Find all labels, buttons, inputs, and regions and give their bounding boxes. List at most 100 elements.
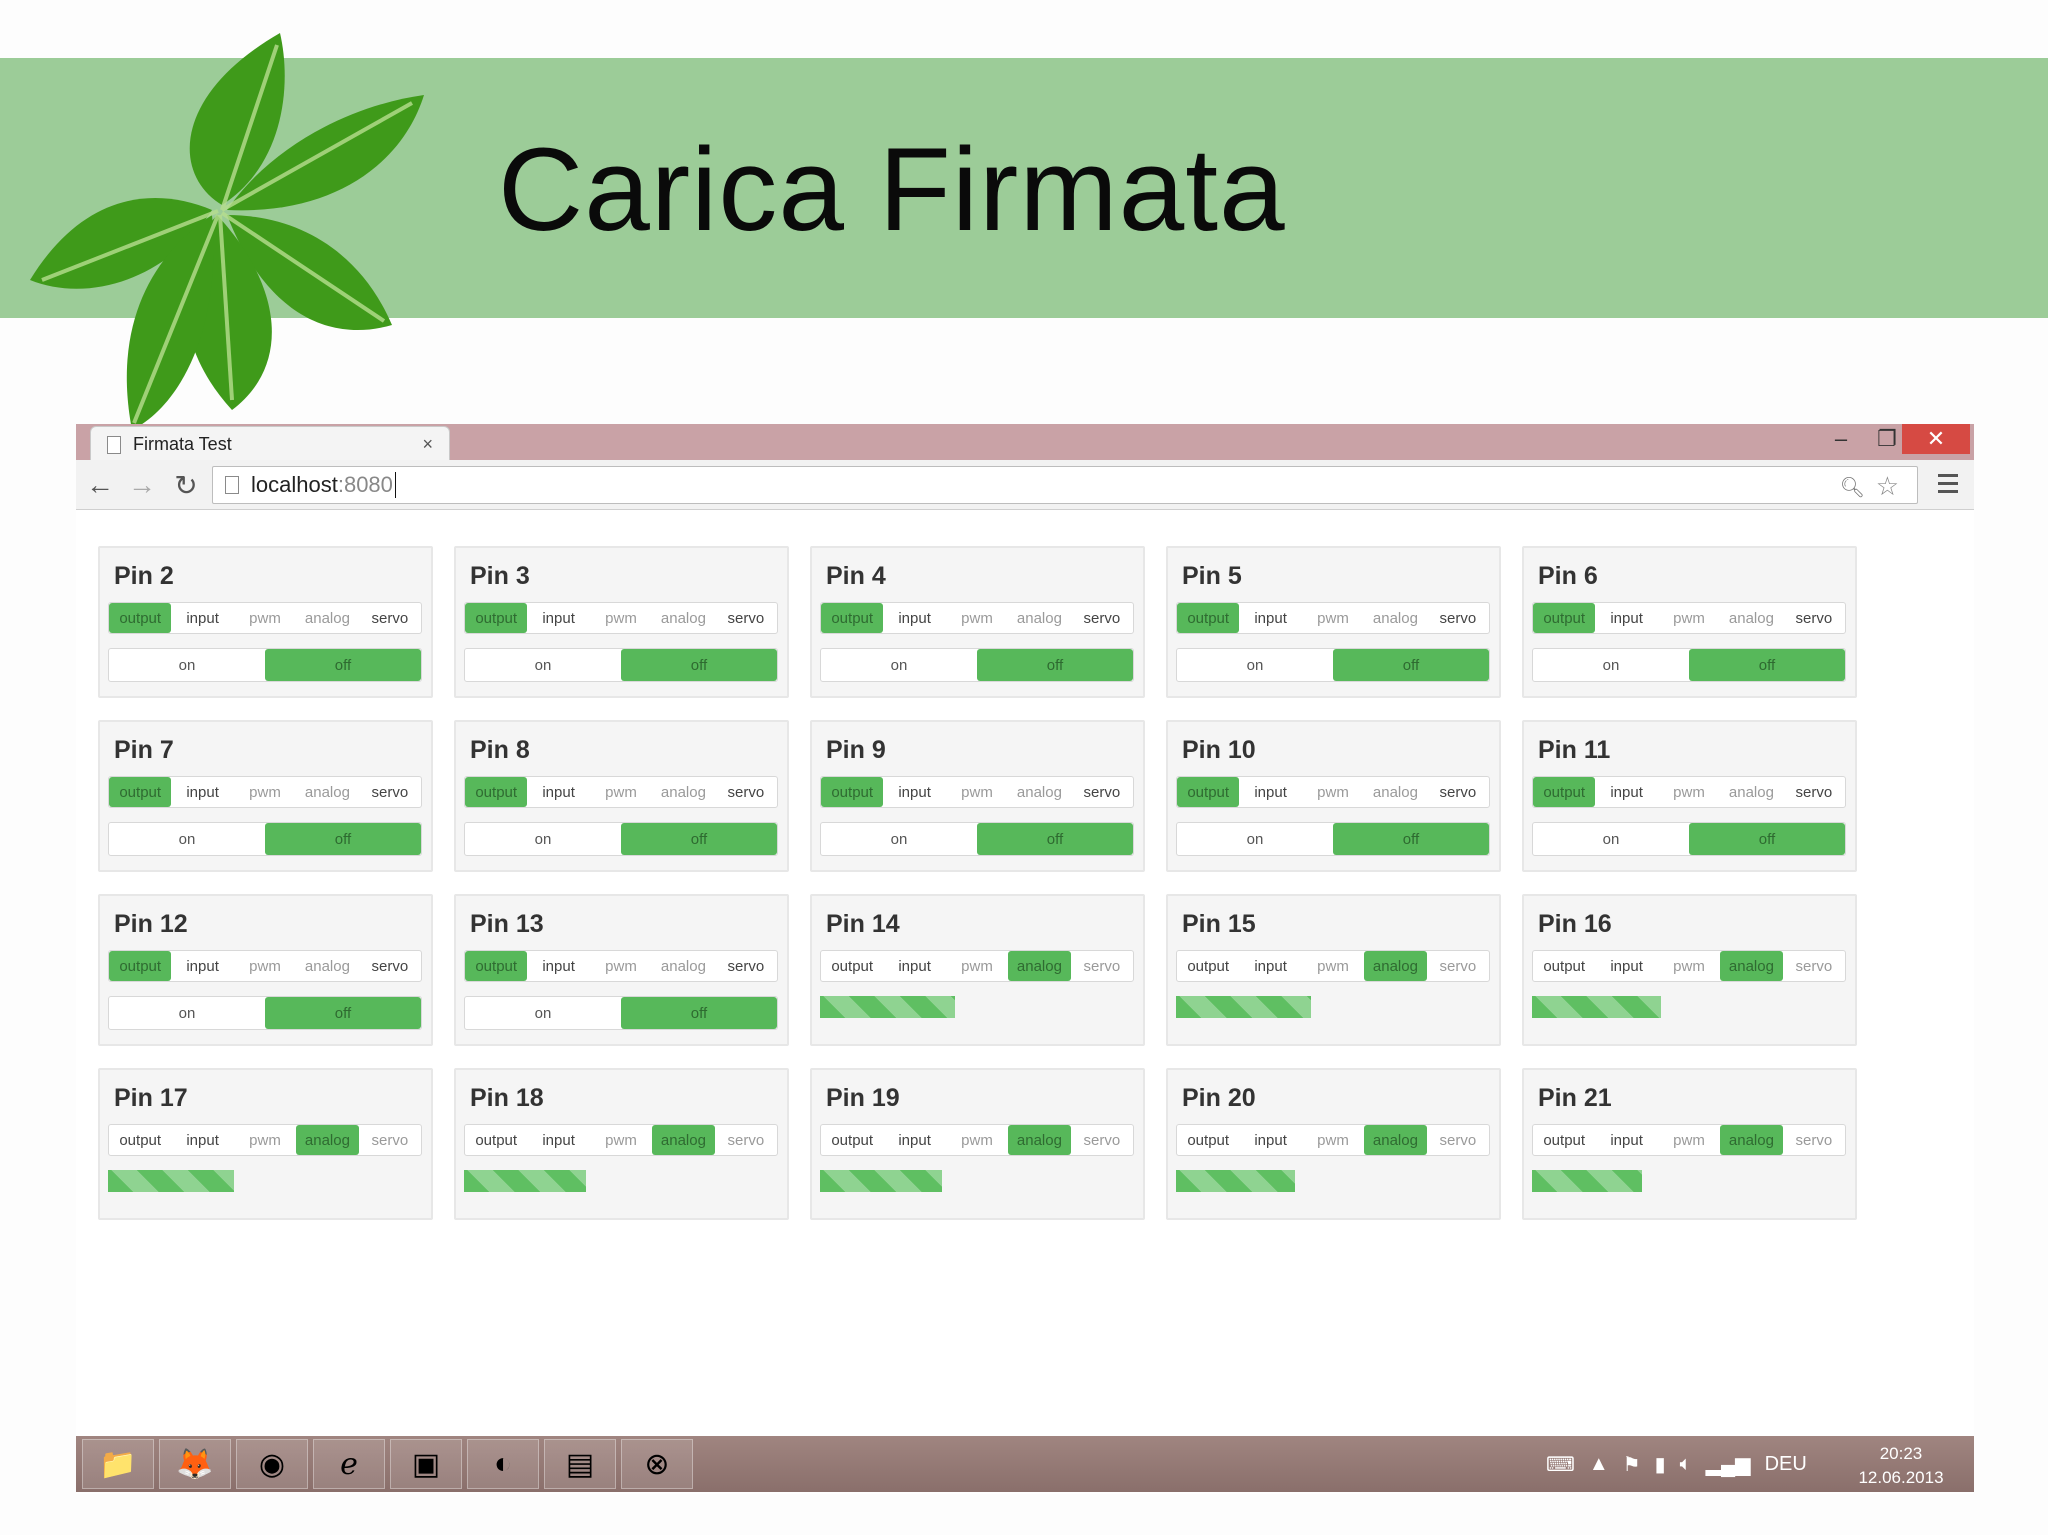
mode-servo-button[interactable]: servo bbox=[1783, 951, 1845, 981]
bookmark-star-icon[interactable]: ☆ bbox=[1876, 471, 1899, 502]
mode-servo-button[interactable]: servo bbox=[715, 603, 777, 633]
mode-output-button[interactable]: output bbox=[109, 1125, 171, 1155]
mode-input-button[interactable]: input bbox=[171, 777, 233, 807]
firefox-icon[interactable]: 🦊 bbox=[159, 1439, 231, 1489]
window-icon[interactable]: ▤ bbox=[544, 1439, 616, 1489]
mode-servo-button[interactable]: servo bbox=[359, 1125, 421, 1155]
mode-input-button[interactable]: input bbox=[883, 603, 945, 633]
mode-input-button[interactable]: input bbox=[527, 951, 589, 981]
network-icon[interactable]: ▂▄▆ bbox=[1706, 1452, 1751, 1477]
off-button[interactable]: off bbox=[265, 823, 421, 855]
mode-servo-button[interactable]: servo bbox=[1427, 1125, 1489, 1155]
on-button[interactable]: on bbox=[1177, 649, 1333, 681]
mode-input-button[interactable]: input bbox=[1595, 603, 1657, 633]
mode-output-button[interactable]: output bbox=[1177, 603, 1240, 633]
mode-pwm-button[interactable]: pwm bbox=[590, 777, 652, 807]
mode-analog-button[interactable]: analog bbox=[652, 777, 714, 807]
mode-servo-button[interactable]: servo bbox=[1071, 777, 1133, 807]
mode-pwm-button[interactable]: pwm bbox=[1658, 1125, 1720, 1155]
mode-output-button[interactable]: output bbox=[821, 603, 884, 633]
mode-pwm-button[interactable]: pwm bbox=[1302, 603, 1364, 633]
mode-analog-button[interactable]: analog bbox=[652, 603, 714, 633]
mode-pwm-button[interactable]: pwm bbox=[234, 777, 296, 807]
mode-pwm-button[interactable]: pwm bbox=[590, 951, 652, 981]
reload-icon[interactable]: ↻ bbox=[168, 468, 204, 502]
on-button[interactable]: on bbox=[465, 997, 621, 1029]
mode-servo-button[interactable]: servo bbox=[1427, 951, 1489, 981]
power-icon[interactable]: ▮ bbox=[1655, 1452, 1666, 1477]
mode-servo-button[interactable]: servo bbox=[1071, 603, 1133, 633]
mode-analog-button[interactable]: analog bbox=[652, 951, 714, 981]
mode-servo-button[interactable]: servo bbox=[715, 777, 777, 807]
show-hidden-icon[interactable]: ▲ bbox=[1589, 1453, 1609, 1476]
flag-icon[interactable]: ⚑ bbox=[1623, 1452, 1641, 1477]
mode-input-button[interactable]: input bbox=[527, 1125, 589, 1155]
mode-output-button[interactable]: output bbox=[1177, 1125, 1239, 1155]
mode-pwm-button[interactable]: pwm bbox=[1302, 777, 1364, 807]
mode-input-button[interactable]: input bbox=[1239, 951, 1301, 981]
tab-firmata-test[interactable]: Firmata Test × bbox=[90, 426, 450, 462]
mode-servo-button[interactable]: servo bbox=[359, 603, 421, 633]
on-button[interactable]: on bbox=[1533, 649, 1689, 681]
off-button[interactable]: off bbox=[265, 997, 421, 1029]
on-button[interactable]: on bbox=[465, 823, 621, 855]
mode-output-button[interactable]: output bbox=[821, 1125, 883, 1155]
on-button[interactable]: on bbox=[821, 649, 977, 681]
menu-icon[interactable] bbox=[1938, 474, 1958, 498]
mode-output-button[interactable]: output bbox=[109, 951, 172, 981]
off-button[interactable]: off bbox=[977, 649, 1133, 681]
on-button[interactable]: on bbox=[465, 649, 621, 681]
off-button[interactable]: off bbox=[1689, 649, 1845, 681]
on-button[interactable]: on bbox=[1533, 823, 1689, 855]
mode-output-button[interactable]: output bbox=[109, 777, 172, 807]
mode-servo-button[interactable]: servo bbox=[1783, 777, 1845, 807]
mode-servo-button[interactable]: servo bbox=[1427, 777, 1489, 807]
mode-servo-button[interactable]: servo bbox=[1783, 603, 1845, 633]
mode-input-button[interactable]: input bbox=[883, 1125, 945, 1155]
mode-output-button[interactable]: output bbox=[1533, 1125, 1595, 1155]
mode-analog-button[interactable]: analog bbox=[1008, 777, 1070, 807]
terminal-icon[interactable]: ▣ bbox=[390, 1439, 462, 1489]
close-window-icon[interactable]: ✕ bbox=[1902, 424, 1970, 454]
on-button[interactable]: on bbox=[821, 823, 977, 855]
off-button[interactable]: off bbox=[621, 823, 777, 855]
mode-input-button[interactable]: input bbox=[527, 603, 589, 633]
mode-input-button[interactable]: input bbox=[171, 951, 233, 981]
mode-input-button[interactable]: input bbox=[1239, 1125, 1301, 1155]
mode-output-button[interactable]: output bbox=[1533, 777, 1596, 807]
mode-analog-button[interactable]: analog bbox=[1008, 603, 1070, 633]
mode-servo-button[interactable]: servo bbox=[1427, 603, 1489, 633]
mode-servo-button[interactable]: servo bbox=[1071, 1125, 1133, 1155]
mode-pwm-button[interactable]: pwm bbox=[1658, 951, 1720, 981]
mode-input-button[interactable]: input bbox=[1239, 603, 1301, 633]
forward-arrow-icon[interactable]: → bbox=[124, 468, 160, 502]
tab-close-icon[interactable]: × bbox=[422, 434, 433, 455]
mode-analog-button[interactable]: analog bbox=[1008, 951, 1071, 981]
chrome-icon[interactable]: ◉ bbox=[236, 1439, 308, 1489]
clock[interactable]: 20:23 12.06.2013 bbox=[1846, 1442, 1956, 1490]
mode-analog-button[interactable]: analog bbox=[296, 603, 358, 633]
mode-output-button[interactable]: output bbox=[465, 951, 528, 981]
xampp-icon[interactable]: ⊗ bbox=[621, 1439, 693, 1489]
search-icon[interactable]: 🔍︎ bbox=[1840, 475, 1865, 500]
keyboard-icon[interactable]: ⌨ bbox=[1546, 1452, 1575, 1477]
mode-analog-button[interactable]: analog bbox=[1364, 1125, 1427, 1155]
mode-pwm-button[interactable]: pwm bbox=[590, 1125, 652, 1155]
mode-servo-button[interactable]: servo bbox=[359, 951, 421, 981]
explorer-icon[interactable]: 📁 bbox=[82, 1439, 154, 1489]
mode-pwm-button[interactable]: pwm bbox=[234, 1125, 296, 1155]
mode-analog-button[interactable]: analog bbox=[1720, 603, 1782, 633]
mode-output-button[interactable]: output bbox=[1177, 951, 1239, 981]
mode-pwm-button[interactable]: pwm bbox=[1302, 951, 1364, 981]
on-button[interactable]: on bbox=[109, 997, 265, 1029]
mode-servo-button[interactable]: servo bbox=[1783, 1125, 1845, 1155]
off-button[interactable]: off bbox=[1689, 823, 1845, 855]
mode-pwm-button[interactable]: pwm bbox=[234, 951, 296, 981]
mode-input-button[interactable]: input bbox=[527, 777, 589, 807]
on-button[interactable]: on bbox=[109, 823, 265, 855]
address-bar[interactable]: localhost :8080 🔍︎ ☆ bbox=[212, 466, 1918, 504]
off-button[interactable]: off bbox=[621, 649, 777, 681]
off-button[interactable]: off bbox=[621, 997, 777, 1029]
mode-analog-button[interactable]: analog bbox=[296, 1125, 359, 1155]
mode-input-button[interactable]: input bbox=[883, 777, 945, 807]
